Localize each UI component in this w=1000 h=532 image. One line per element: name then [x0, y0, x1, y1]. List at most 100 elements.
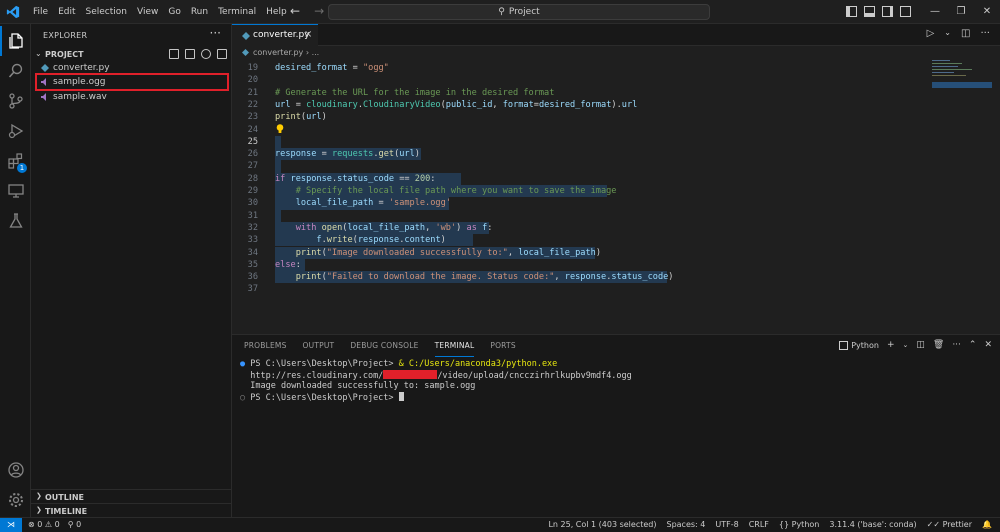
chevron-down-icon[interactable]: ⌄ — [944, 28, 951, 39]
project-folder-header[interactable]: ⌄ PROJECT — [31, 48, 231, 62]
file-item-sample-wav[interactable]: sample.wav — [31, 90, 231, 105]
new-file-icon[interactable] — [169, 49, 179, 59]
python-interpreter[interactable]: 3.11.4 ('base': conda) — [829, 520, 916, 529]
menu-file[interactable]: File — [28, 0, 53, 24]
maximize-panel-icon[interactable]: ⌃ — [969, 340, 977, 350]
close-tab-icon[interactable]: × — [304, 29, 312, 40]
timeline-section[interactable]: ❯ TIMELINE — [31, 503, 231, 517]
chevron-down-icon[interactable]: ⌄ — [902, 341, 908, 349]
command-success-icon: ● — [240, 359, 251, 369]
menu-selection[interactable]: Selection — [81, 0, 132, 24]
encoding[interactable]: UTF-8 — [715, 520, 738, 529]
tab-converter-py[interactable]: converter.py × — [232, 24, 318, 46]
extensions-icon[interactable]: 1 — [0, 146, 31, 176]
tab-problems[interactable]: PROBLEMS — [244, 335, 287, 357]
tab-debug-console[interactable]: DEBUG CONSOLE — [350, 335, 418, 357]
forward-arrow-icon[interactable]: → — [314, 4, 324, 18]
line-ending[interactable]: CRLF — [749, 520, 769, 529]
more-actions-icon[interactable]: ··· — [952, 340, 961, 350]
menu-edit[interactable]: Edit — [53, 0, 80, 24]
account-icon[interactable] — [0, 455, 31, 485]
code-line: 24 — [232, 123, 922, 136]
redaction-bar — [383, 370, 438, 379]
split-editor-icon[interactable]: ◫ — [961, 28, 970, 39]
kill-terminal-icon[interactable]: 🗑 — [933, 340, 944, 350]
terminal-line: ● PS C:\Users\Desktop\Project> & C:/User… — [240, 359, 558, 369]
lightbulb-icon[interactable] — [276, 123, 284, 134]
close-window-icon[interactable]: ✕ — [974, 0, 1000, 24]
code-line: 35 else: — [232, 258, 922, 272]
code-line: 30 local_file_path = 'sample.ogg' — [247, 197, 451, 210]
menu-view[interactable]: View — [132, 0, 163, 24]
code-line: 26 response = requests.get(url) — [247, 148, 421, 161]
notifications-icon[interactable]: 🔔 — [982, 520, 992, 529]
command-indicator-icon: ○ — [240, 393, 251, 403]
toggle-panel-icon[interactable] — [864, 6, 875, 17]
prettier-status[interactable]: ✓✓ Prettier — [927, 520, 972, 529]
breadcrumb-file: converter.py — [253, 48, 304, 57]
problems-status[interactable]: ⊗ 0 ⚠ 0 — [28, 520, 60, 529]
customize-layout-icon[interactable] — [900, 6, 911, 17]
terminal-instance[interactable]: Python — [839, 340, 879, 350]
code-line: 33 f.write(response.content) — [232, 234, 922, 247]
indentation[interactable]: Spaces: 4 — [666, 520, 705, 529]
terminal-line: ○ PS C:\Users\Desktop\Project> — [240, 392, 990, 403]
menu-bar: File Edit Selection View Go Run Terminal… — [28, 0, 292, 24]
collapse-all-icon[interactable] — [217, 49, 227, 59]
new-folder-icon[interactable] — [185, 49, 195, 59]
close-panel-icon[interactable]: ✕ — [984, 340, 992, 350]
tab-terminal[interactable]: TERMINAL — [434, 335, 475, 357]
terminal-icon — [839, 340, 849, 350]
terminal-name: Python — [851, 340, 879, 350]
command-center-search[interactable]: ⚲ Project — [328, 4, 710, 20]
run-python-file-icon[interactable]: ▷ — [927, 28, 935, 39]
split-terminal-icon[interactable]: ◫ — [916, 340, 925, 350]
window-controls: — ❐ ✕ — [922, 0, 1000, 24]
code-line: 32 with open(local_file_path, 'wb') as f… — [247, 221, 493, 235]
search-icon[interactable] — [0, 56, 31, 86]
settings-gear-icon[interactable] — [0, 485, 31, 515]
chevron-right-icon: ❯ — [36, 492, 42, 500]
cursor-position[interactable]: Ln 25, Col 1 (403 selected) — [548, 520, 656, 529]
tab-output[interactable]: OUTPUT — [303, 335, 335, 357]
outline-section[interactable]: ❯ OUTLINE — [31, 489, 231, 503]
source-control-icon[interactable] — [0, 86, 31, 116]
more-actions-icon[interactable]: ··· — [980, 28, 990, 39]
explorer-icon[interactable] — [0, 26, 31, 56]
chevron-down-icon: ⌄ — [35, 49, 42, 58]
toggle-secondary-sidebar-icon[interactable] — [882, 6, 893, 17]
run-debug-icon[interactable] — [0, 116, 31, 146]
explorer-title: EXPLORER — [43, 31, 88, 40]
remote-explorer-icon[interactable] — [0, 176, 31, 206]
title-bar: File Edit Selection View Go Run Terminal… — [0, 0, 1000, 24]
toggle-primary-sidebar-icon[interactable] — [846, 6, 857, 17]
testing-icon[interactable] — [0, 206, 31, 236]
audio-file-icon — [41, 93, 46, 101]
new-terminal-icon[interactable]: + — [887, 340, 895, 350]
terminal-line: http://res.cloudinary.com//video/upload/… — [250, 370, 632, 381]
refresh-icon[interactable] — [201, 49, 211, 59]
menu-go[interactable]: Go — [163, 0, 185, 24]
language-mode[interactable]: {} Python — [779, 520, 819, 529]
extensions-badge: 1 — [17, 163, 27, 173]
python-file-icon — [41, 64, 49, 72]
minimap[interactable] — [932, 58, 992, 118]
tab-ports[interactable]: PORTS — [490, 335, 515, 357]
menu-run[interactable]: Run — [186, 0, 213, 24]
status-left: ⊗ 0 ⚠ 0 ⚲ 0 — [28, 520, 81, 529]
menu-help[interactable]: Help — [261, 0, 292, 24]
back-arrow-icon[interactable]: ← — [290, 4, 300, 18]
layout-controls — [846, 6, 911, 17]
search-label: Project — [508, 7, 540, 17]
remote-indicator-icon[interactable]: ⋊ — [0, 518, 22, 532]
code-line: 22 url = cloudinary.CloudinaryVideo(publi… — [247, 99, 638, 110]
terminal-output[interactable]: ● PS C:\Users\Desktop\Project> & C:/User… — [240, 359, 990, 403]
ports-status[interactable]: ⚲ 0 — [68, 520, 82, 529]
minimize-icon[interactable]: — — [922, 0, 948, 24]
more-actions-icon[interactable]: ··· — [210, 26, 221, 40]
code-line: 20 — [247, 75, 258, 86]
check-icon: ✓✓ — [926, 520, 943, 529]
breadcrumb[interactable]: converter.py › ... — [242, 48, 319, 57]
maximize-icon[interactable]: ❐ — [948, 0, 974, 24]
menu-terminal[interactable]: Terminal — [213, 0, 261, 24]
